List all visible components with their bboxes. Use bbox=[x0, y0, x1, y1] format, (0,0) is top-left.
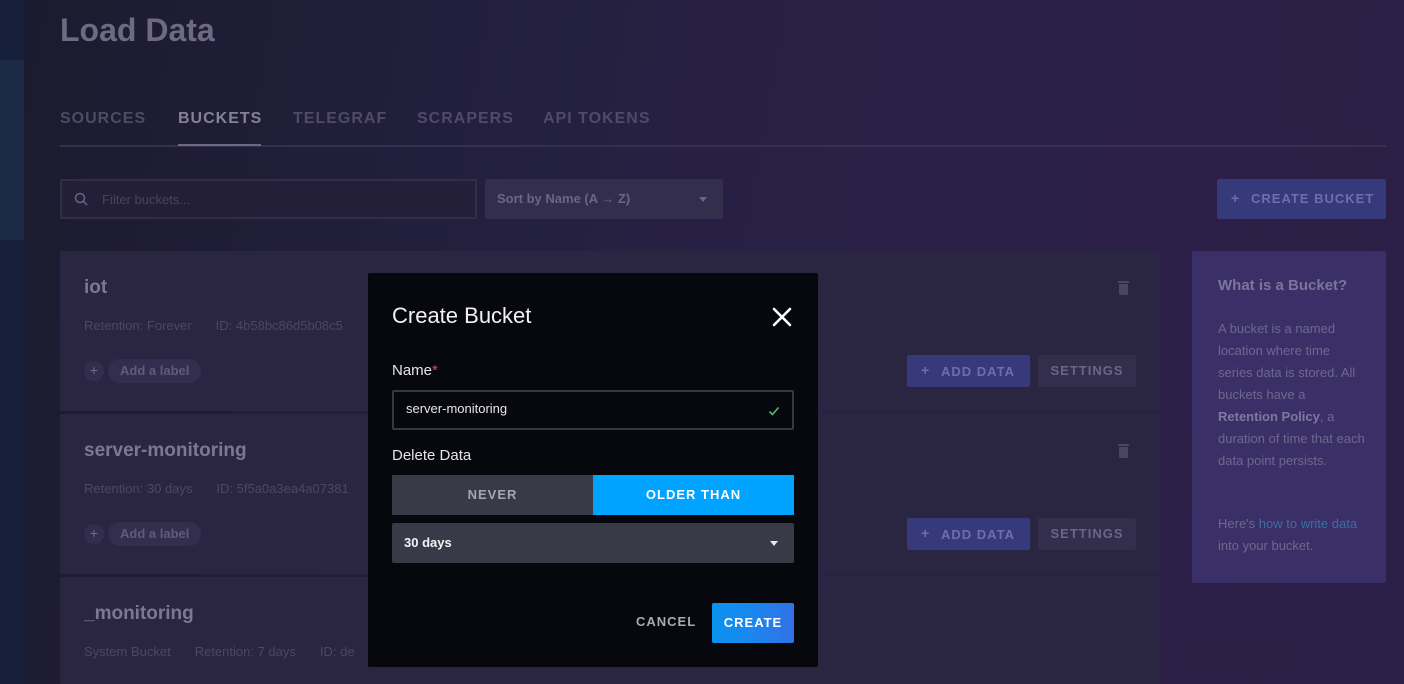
check-icon bbox=[768, 406, 780, 416]
plus-icon: + bbox=[1231, 190, 1241, 206]
never-option[interactable]: NEVER bbox=[392, 475, 593, 515]
bucket-info-panel: What is a Bucket? A bucket is a named lo… bbox=[1192, 251, 1386, 583]
tab-buckets[interactable]: BUCKETS bbox=[178, 110, 262, 128]
sort-label: Sort by Name (A → Z) bbox=[497, 191, 631, 206]
bucket-id: ID: de bbox=[319, 644, 355, 659]
name-label: Name* bbox=[392, 362, 438, 379]
info-body-bold: Retention Policy bbox=[1218, 409, 1320, 424]
bucket-system-tag: System Bucket bbox=[84, 644, 171, 659]
delete-data-toggle: NEVER OLDER THAN bbox=[392, 475, 794, 515]
bucket-retention: Retention: 7 days bbox=[194, 644, 296, 659]
create-bucket-dialog: Create Bucket Name* Delete Data NEVER OL… bbox=[368, 273, 818, 667]
tab-telegraf[interactable]: TELEGRAF bbox=[293, 110, 387, 128]
nav-block bbox=[0, 60, 24, 240]
tab-scrapers[interactable]: SCRAPERS bbox=[417, 110, 514, 128]
trash-icon[interactable] bbox=[1118, 281, 1129, 295]
bucket-name-input[interactable] bbox=[406, 401, 746, 416]
create-bucket-button[interactable]: + CREATE BUCKET bbox=[1217, 179, 1386, 219]
info-body-text: A bucket is a named location where time … bbox=[1218, 321, 1356, 402]
plus-icon: + bbox=[921, 525, 931, 541]
required-mark: * bbox=[432, 362, 438, 379]
bucket-id: ID: 5f5a0a3ea4a07381 bbox=[216, 481, 349, 496]
chevron-down-icon bbox=[699, 197, 707, 202]
add-data-button[interactable]: + ADD DATA bbox=[907, 518, 1030, 550]
bucket-name[interactable]: _monitoring bbox=[84, 603, 194, 625]
settings-button[interactable]: SETTINGS bbox=[1038, 518, 1136, 550]
info-body: A bucket is a named location where time … bbox=[1218, 318, 1368, 472]
filter-placeholder: Filter buckets... bbox=[102, 192, 191, 207]
info-write-data: Here's how to write data into your bucke… bbox=[1218, 513, 1368, 557]
bucket-retention: Retention: 30 days bbox=[84, 481, 193, 496]
filter-buckets-input[interactable]: Filter buckets... bbox=[60, 179, 477, 219]
bucket-meta: System Bucket Retention: 7 days ID: de bbox=[84, 644, 379, 659]
bucket-retention: Retention: Forever bbox=[84, 318, 192, 333]
bucket-name[interactable]: server-monitoring bbox=[84, 440, 247, 462]
search-icon bbox=[74, 192, 88, 206]
tab-api-tokens[interactable]: API TOKENS bbox=[543, 110, 651, 128]
add-label-plus-icon[interactable]: + bbox=[84, 361, 104, 381]
bucket-name[interactable]: iot bbox=[84, 277, 107, 299]
add-label-plus-icon[interactable]: + bbox=[84, 524, 104, 544]
dialog-title: Create Bucket bbox=[392, 303, 532, 328]
add-data-button[interactable]: + ADD DATA bbox=[907, 355, 1030, 387]
cancel-button[interactable]: CANCEL bbox=[636, 614, 696, 629]
page-title: Load Data bbox=[60, 12, 215, 48]
info-title: What is a Bucket? bbox=[1218, 277, 1348, 294]
bucket-meta: Retention: 30 days ID: 5f5a0a3ea4a07381 bbox=[84, 481, 373, 496]
left-nav-strip bbox=[0, 0, 24, 684]
tab-bar: SOURCES BUCKETS TELEGRAF SCRAPERS API TO… bbox=[60, 107, 1386, 147]
trash-icon[interactable] bbox=[1118, 444, 1129, 458]
delete-data-label: Delete Data bbox=[392, 447, 472, 464]
duration-value: 30 days bbox=[404, 535, 452, 550]
add-data-label: ADD DATA bbox=[941, 364, 1015, 379]
bucket-name-field[interactable] bbox=[392, 390, 794, 430]
active-tab-indicator bbox=[178, 144, 261, 146]
add-label-button[interactable]: Add a label bbox=[108, 522, 202, 546]
sort-dropdown[interactable]: Sort by Name (A → Z) bbox=[485, 179, 723, 219]
info-p2-prefix: Here's bbox=[1218, 516, 1259, 531]
add-label-button[interactable]: Add a label bbox=[108, 359, 202, 383]
retention-duration-dropdown[interactable]: 30 days bbox=[392, 523, 794, 563]
name-label-text: Name bbox=[392, 362, 433, 379]
older-than-option[interactable]: OLDER THAN bbox=[593, 475, 794, 515]
bucket-id: ID: 4b58bc86d5b08c5 bbox=[215, 318, 343, 333]
create-bucket-label: CREATE BUCKET bbox=[1251, 191, 1375, 206]
chevron-down-icon bbox=[770, 541, 778, 546]
plus-icon: + bbox=[921, 362, 931, 378]
info-p2-suffix: into your bucket. bbox=[1218, 538, 1314, 553]
add-data-label: ADD DATA bbox=[941, 527, 1015, 542]
settings-button[interactable]: SETTINGS bbox=[1038, 355, 1136, 387]
tab-sources[interactable]: SOURCES bbox=[60, 110, 146, 128]
create-button[interactable]: CREATE bbox=[712, 603, 794, 643]
bucket-meta: Retention: Forever ID: 4b58bc86d5b08c5 bbox=[84, 318, 367, 333]
close-icon[interactable] bbox=[768, 303, 796, 331]
how-to-write-data-link[interactable]: how to write data bbox=[1259, 516, 1357, 531]
